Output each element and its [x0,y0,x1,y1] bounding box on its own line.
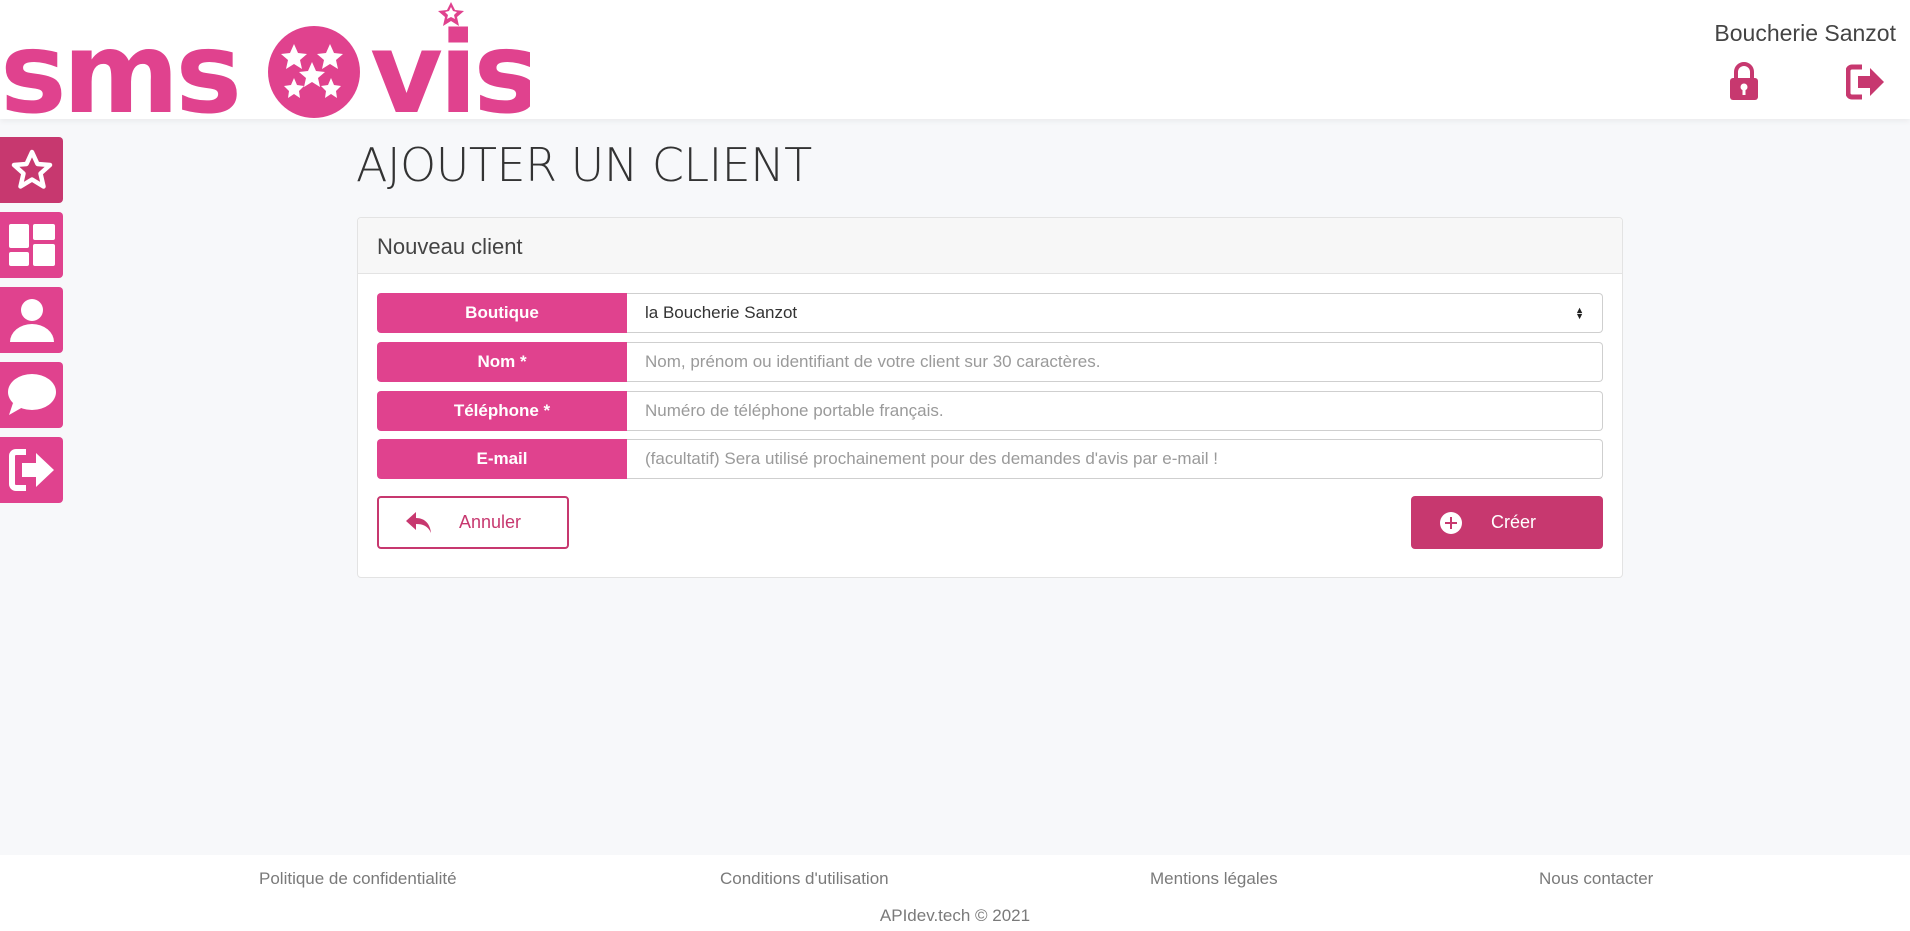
contact-link[interactable]: Nous contacter [1539,869,1653,889]
user-icon [9,299,54,342]
sidebar-item-messages[interactable] [0,362,63,428]
boutique-row: Boutique la Boucherie Sanzot ▲ ▼ [377,293,1603,333]
privacy-policy-link[interactable]: Politique de confidentialité [259,869,457,889]
sidebar-item-avis[interactable] [0,137,63,203]
sidebar-item-clients[interactable] [0,287,63,353]
boutique-label: Boutique [377,293,627,333]
sidebar [0,137,64,512]
email-row: E-mail [377,439,1603,479]
telephone-row: Téléphone * [377,391,1603,431]
email-label: E-mail [377,439,627,479]
logout-icon[interactable] [1844,60,1888,104]
telephone-input[interactable] [627,391,1603,431]
dashboard-icon [8,224,55,266]
reply-arrow-icon [379,511,459,534]
lock-icon[interactable] [1722,60,1766,104]
copyright: APIdev.tech © 2021 [879,906,1031,925]
star-icon [11,149,52,189]
select-arrows-icon: ▲ ▼ [1575,305,1584,321]
cancel-button[interactable]: Annuler [377,496,569,549]
cancel-label: Annuler [459,512,522,532]
create-button[interactable]: Créer [1411,496,1603,549]
nom-row: Nom * [377,342,1603,382]
nom-label: Nom * [377,342,627,382]
svg-text:sms: sms [0,9,238,119]
boutique-value: la Boucherie Sanzot [645,303,798,322]
svg-text:vis: vis [370,9,530,119]
terms-link[interactable]: Conditions d'utilisation [720,869,889,889]
logout-icon [8,449,54,491]
card-title: Nouveau client [358,218,1622,274]
smsavis-logo[interactable]: sms vis [0,0,530,119]
sidebar-item-logout[interactable] [0,437,63,503]
new-client-card: Nouveau client Boutique la Boucherie San… [357,217,1623,578]
sidebar-item-dashboard[interactable] [0,212,63,278]
create-label: Créer [1491,512,1537,532]
email-input[interactable] [627,439,1603,479]
header: sms vis Boucherie Sanzot [0,0,1910,119]
account-name: Boucherie Sanzot [1714,20,1896,46]
chat-icon [7,374,56,415]
page-title: AJOUTER UN CLIENT [356,138,812,192]
footer: Politique de confidentialité Conditions … [0,855,1910,931]
boutique-select[interactable]: la Boucherie Sanzot ▲ ▼ [627,293,1603,333]
telephone-label: Téléphone * [377,391,627,431]
plus-circle-icon [1411,511,1491,535]
legal-notice-link[interactable]: Mentions légales [1150,869,1278,889]
nom-input[interactable] [627,342,1603,382]
